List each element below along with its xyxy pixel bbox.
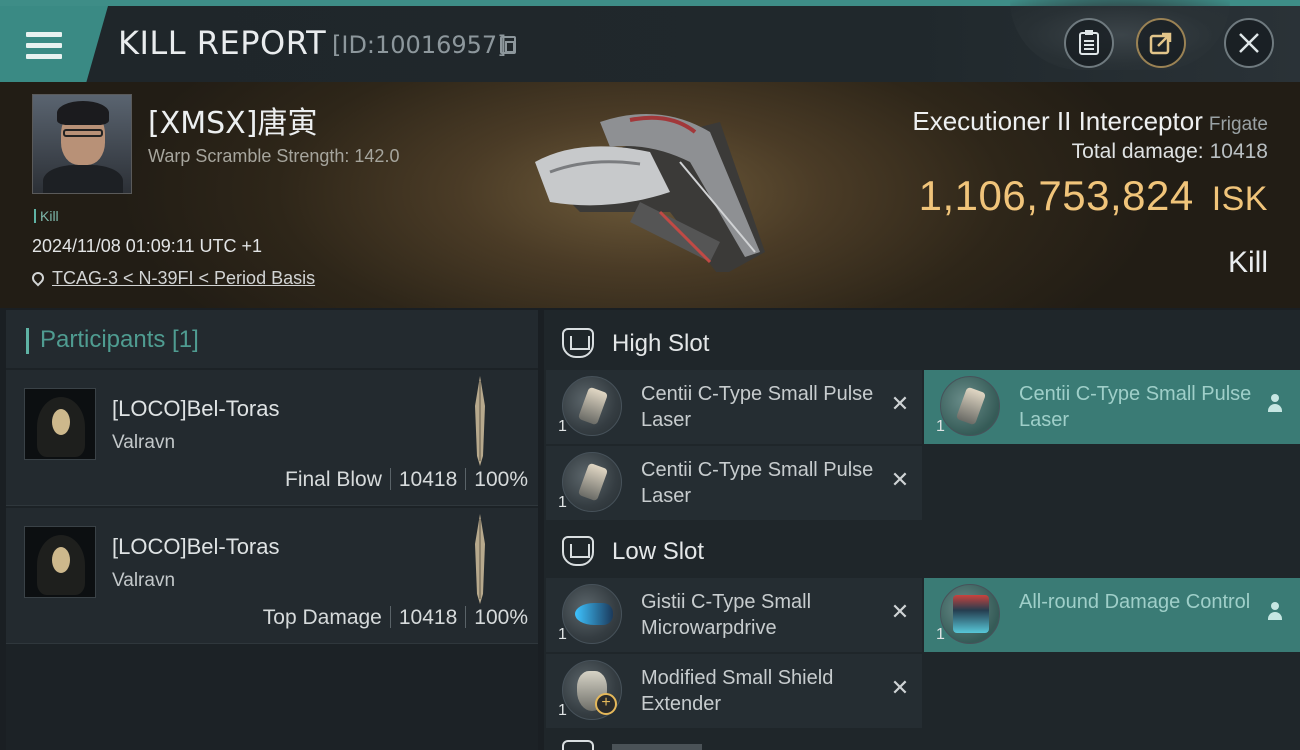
page-title: KILL REPORT bbox=[118, 24, 327, 62]
victim-banner: [XMSX]唐寅 Warp Scramble Strength: 142.0 K… bbox=[0, 82, 1300, 308]
module-quantity: 1 bbox=[558, 418, 567, 435]
participant-ship-icon bbox=[475, 514, 485, 604]
module-quantity: 1 bbox=[558, 626, 567, 643]
module-name: Centii C-Type Small Pulse Laser bbox=[641, 383, 874, 431]
destroyed-icon: ✕ bbox=[890, 675, 910, 700]
module-quantity: 1 bbox=[936, 626, 945, 643]
module-name: Gistii C-Type Small Microwarpdrive bbox=[641, 591, 812, 639]
destroyed-icon: ✕ bbox=[890, 391, 910, 416]
participant-avatar[interactable] bbox=[24, 388, 96, 460]
shield-extender-icon: + bbox=[562, 660, 622, 720]
participant-percent: 100% bbox=[474, 606, 528, 629]
participant-stats: Final Blow 10418 100% bbox=[285, 468, 528, 492]
participant-damage: 10418 bbox=[398, 468, 458, 491]
participant-ship: Valravn bbox=[112, 432, 176, 453]
module-name: All-round Damage Control bbox=[1019, 591, 1251, 613]
copy-icon[interactable] bbox=[500, 36, 516, 54]
participant-role: Top Damage bbox=[262, 606, 382, 629]
participant-stats: Top Damage 10418 100% bbox=[263, 606, 528, 630]
module-item[interactable]: 1 All-round Damage Control bbox=[924, 578, 1300, 652]
high-slot-header: High Slot bbox=[544, 314, 1300, 372]
low-slot-header: Low Slot bbox=[544, 522, 1300, 580]
participant-ship-icon bbox=[475, 376, 485, 466]
destroyed-icon: ✕ bbox=[890, 467, 910, 492]
participants-panel: Participants [1] [LOCO]Bel-Toras Valravn… bbox=[6, 310, 538, 750]
dropped-user-icon bbox=[1266, 602, 1284, 622]
module-item[interactable]: 1 Centii C-Type Small Pulse Laser ✕ bbox=[546, 370, 922, 444]
participant-ship: Valravn bbox=[112, 570, 176, 591]
high-slot-title: High Slot bbox=[612, 330, 710, 357]
participant-name: [LOCO]Bel-Toras bbox=[112, 534, 280, 559]
isk-value: 1,106,753,824 ISK bbox=[918, 172, 1268, 219]
module-item[interactable]: 1 Gistii C-Type Small Microwarpdrive ✕ bbox=[546, 578, 922, 652]
participant-role: Final Blow bbox=[285, 468, 382, 491]
location-pin-icon bbox=[29, 269, 47, 287]
victim-ship-name[interactable]: Executioner II Interceptor Frigate bbox=[912, 106, 1268, 137]
module-item[interactable]: + 1 Modified Small Shield Extender ✕ bbox=[546, 654, 922, 728]
microwarpdrive-icon bbox=[562, 584, 622, 644]
mid-slot-icon bbox=[562, 740, 594, 750]
pulse-laser-icon bbox=[562, 376, 622, 436]
close-icon bbox=[1239, 33, 1259, 53]
damage-control-icon bbox=[940, 584, 1000, 644]
clipboard-icon bbox=[1079, 30, 1099, 55]
module-item[interactable]: 1 Centii C-Type Small Pulse Laser ✕ bbox=[546, 446, 922, 520]
kill-location[interactable]: TCAG-3 < N-39FI < Period Basis bbox=[29, 268, 315, 289]
clipboard-button[interactable] bbox=[1064, 18, 1114, 68]
participant-damage: 10418 bbox=[398, 606, 458, 629]
report-id: [ID:10016957] bbox=[332, 31, 507, 59]
destroyed-icon: ✕ bbox=[890, 599, 910, 624]
hamburger-icon bbox=[26, 32, 62, 60]
station-decoration bbox=[1010, 0, 1230, 70]
kill-tag: Kill bbox=[34, 208, 59, 224]
participants-header: Participants [1] bbox=[6, 310, 538, 368]
ship-image bbox=[535, 114, 765, 272]
close-button[interactable] bbox=[1224, 18, 1274, 68]
high-slot-icon bbox=[562, 328, 594, 358]
participant-percent: 100% bbox=[474, 468, 528, 491]
dropped-user-icon bbox=[1266, 394, 1284, 414]
participant-row[interactable]: [LOCO]Bel-Toras Valravn Top Damage 10418 1… bbox=[6, 508, 538, 644]
location-link[interactable]: TCAG-3 < N-39FI < Period Basis bbox=[52, 268, 315, 288]
low-slot-icon bbox=[562, 536, 594, 566]
module-name: Centii C-Type Small Pulse Laser bbox=[1019, 383, 1252, 431]
low-slot-title: Low Slot bbox=[612, 538, 705, 565]
participant-avatar[interactable] bbox=[24, 526, 96, 598]
module-quantity: 1 bbox=[558, 494, 567, 511]
pulse-laser-icon bbox=[940, 376, 1000, 436]
fitting-panel: High Slot 1 Centii C-Type Small Pulse La… bbox=[544, 310, 1300, 750]
share-icon bbox=[1149, 32, 1172, 55]
kill-timestamp: 2024/11/08 01:09:11 UTC +1 bbox=[32, 236, 263, 256]
share-button[interactable] bbox=[1136, 18, 1186, 68]
victim-portrait[interactable] bbox=[32, 94, 132, 194]
menu-button[interactable] bbox=[0, 6, 108, 82]
module-name: Centii C-Type Small Pulse Laser bbox=[641, 459, 874, 507]
header-bar: KILL REPORT [ID:10016957] bbox=[0, 0, 1300, 82]
mid-slot-title-peek bbox=[612, 744, 702, 750]
module-name: Modified Small Shield Extender bbox=[641, 667, 834, 715]
victim-name[interactable]: [XMSX]唐寅 bbox=[148, 98, 317, 142]
participants-title: Participants [1] bbox=[40, 326, 199, 353]
pulse-laser-icon bbox=[562, 452, 622, 512]
participant-row[interactable]: [LOCO]Bel-Toras Valravn Final Blow 10418 1… bbox=[6, 370, 538, 506]
warp-scramble-strength: Warp Scramble Strength: 142.0 bbox=[148, 146, 400, 166]
module-quantity: 1 bbox=[558, 702, 567, 719]
ship-class: Frigate bbox=[1208, 114, 1268, 135]
result-label: Kill bbox=[1227, 246, 1268, 279]
participant-name: [LOCO]Bel-Toras bbox=[112, 396, 280, 421]
module-quantity: 1 bbox=[936, 418, 945, 435]
total-damage: Total damage: 10418 bbox=[1071, 140, 1268, 163]
module-item[interactable]: 1 Centii C-Type Small Pulse Laser bbox=[924, 370, 1300, 444]
